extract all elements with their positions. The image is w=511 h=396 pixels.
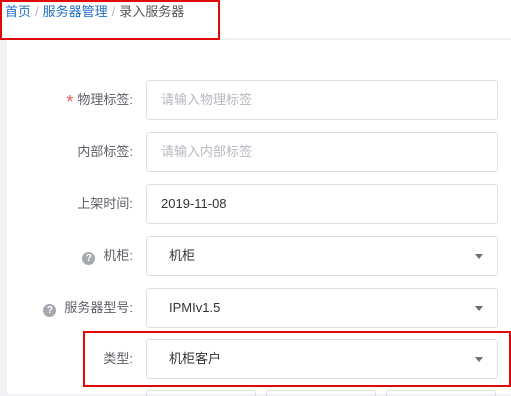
highlight-box-type-field: [83, 331, 511, 387]
physical-tag-label-text: 物理标签:: [77, 92, 133, 107]
highlight-box-breadcrumb: [0, 0, 220, 40]
help-icon[interactable]: ?: [82, 252, 96, 265]
internal-tag-input[interactable]: 请输入内部标签: [146, 132, 498, 172]
shelf-time-label: 上架时间:: [77, 196, 133, 211]
server-model-label-text: 服务器型号:: [64, 300, 133, 315]
chevron-down-icon: [475, 306, 483, 311]
server-model-label: ? 服务器型号:: [43, 288, 133, 328]
cabinet-label-text: 机柜:: [103, 248, 133, 263]
shelf-time-row: 上架时间: 2019-11-08: [7, 184, 511, 224]
cutoff-field: [266, 390, 376, 396]
server-model-row: ? 服务器型号: IPMIv1.5: [7, 288, 511, 328]
help-icon[interactable]: ?: [43, 304, 57, 317]
cabinet-selected-value: 机柜: [169, 248, 196, 263]
cabinet-label: ? 机柜:: [82, 236, 133, 276]
internal-tag-placeholder: 请输入内部标签: [161, 144, 253, 159]
cutoff-field: [386, 390, 496, 396]
physical-tag-input[interactable]: 请输入物理标签: [146, 80, 498, 120]
server-model-select[interactable]: IPMIv1.5: [146, 288, 498, 328]
cabinet-row: ? 机柜: 机柜: [7, 236, 511, 276]
chevron-down-icon: [475, 254, 483, 259]
required-mark: *: [66, 92, 74, 112]
cabinet-select[interactable]: 机柜: [146, 236, 498, 276]
internal-tag-label: 内部标签:: [77, 144, 133, 159]
internal-tag-row: 内部标签: 请输入内部标签: [7, 132, 511, 172]
next-row-fields-cutoff: [146, 390, 498, 396]
cutoff-field: [146, 390, 256, 396]
physical-tag-row: * 物理标签: 请输入物理标签: [7, 80, 511, 120]
shelf-time-date-input[interactable]: 2019-11-08: [146, 184, 498, 224]
physical-tag-label: * 物理标签:: [66, 80, 133, 120]
server-model-selected-value: IPMIv1.5: [169, 300, 221, 315]
physical-tag-placeholder: 请输入物理标签: [161, 92, 253, 107]
